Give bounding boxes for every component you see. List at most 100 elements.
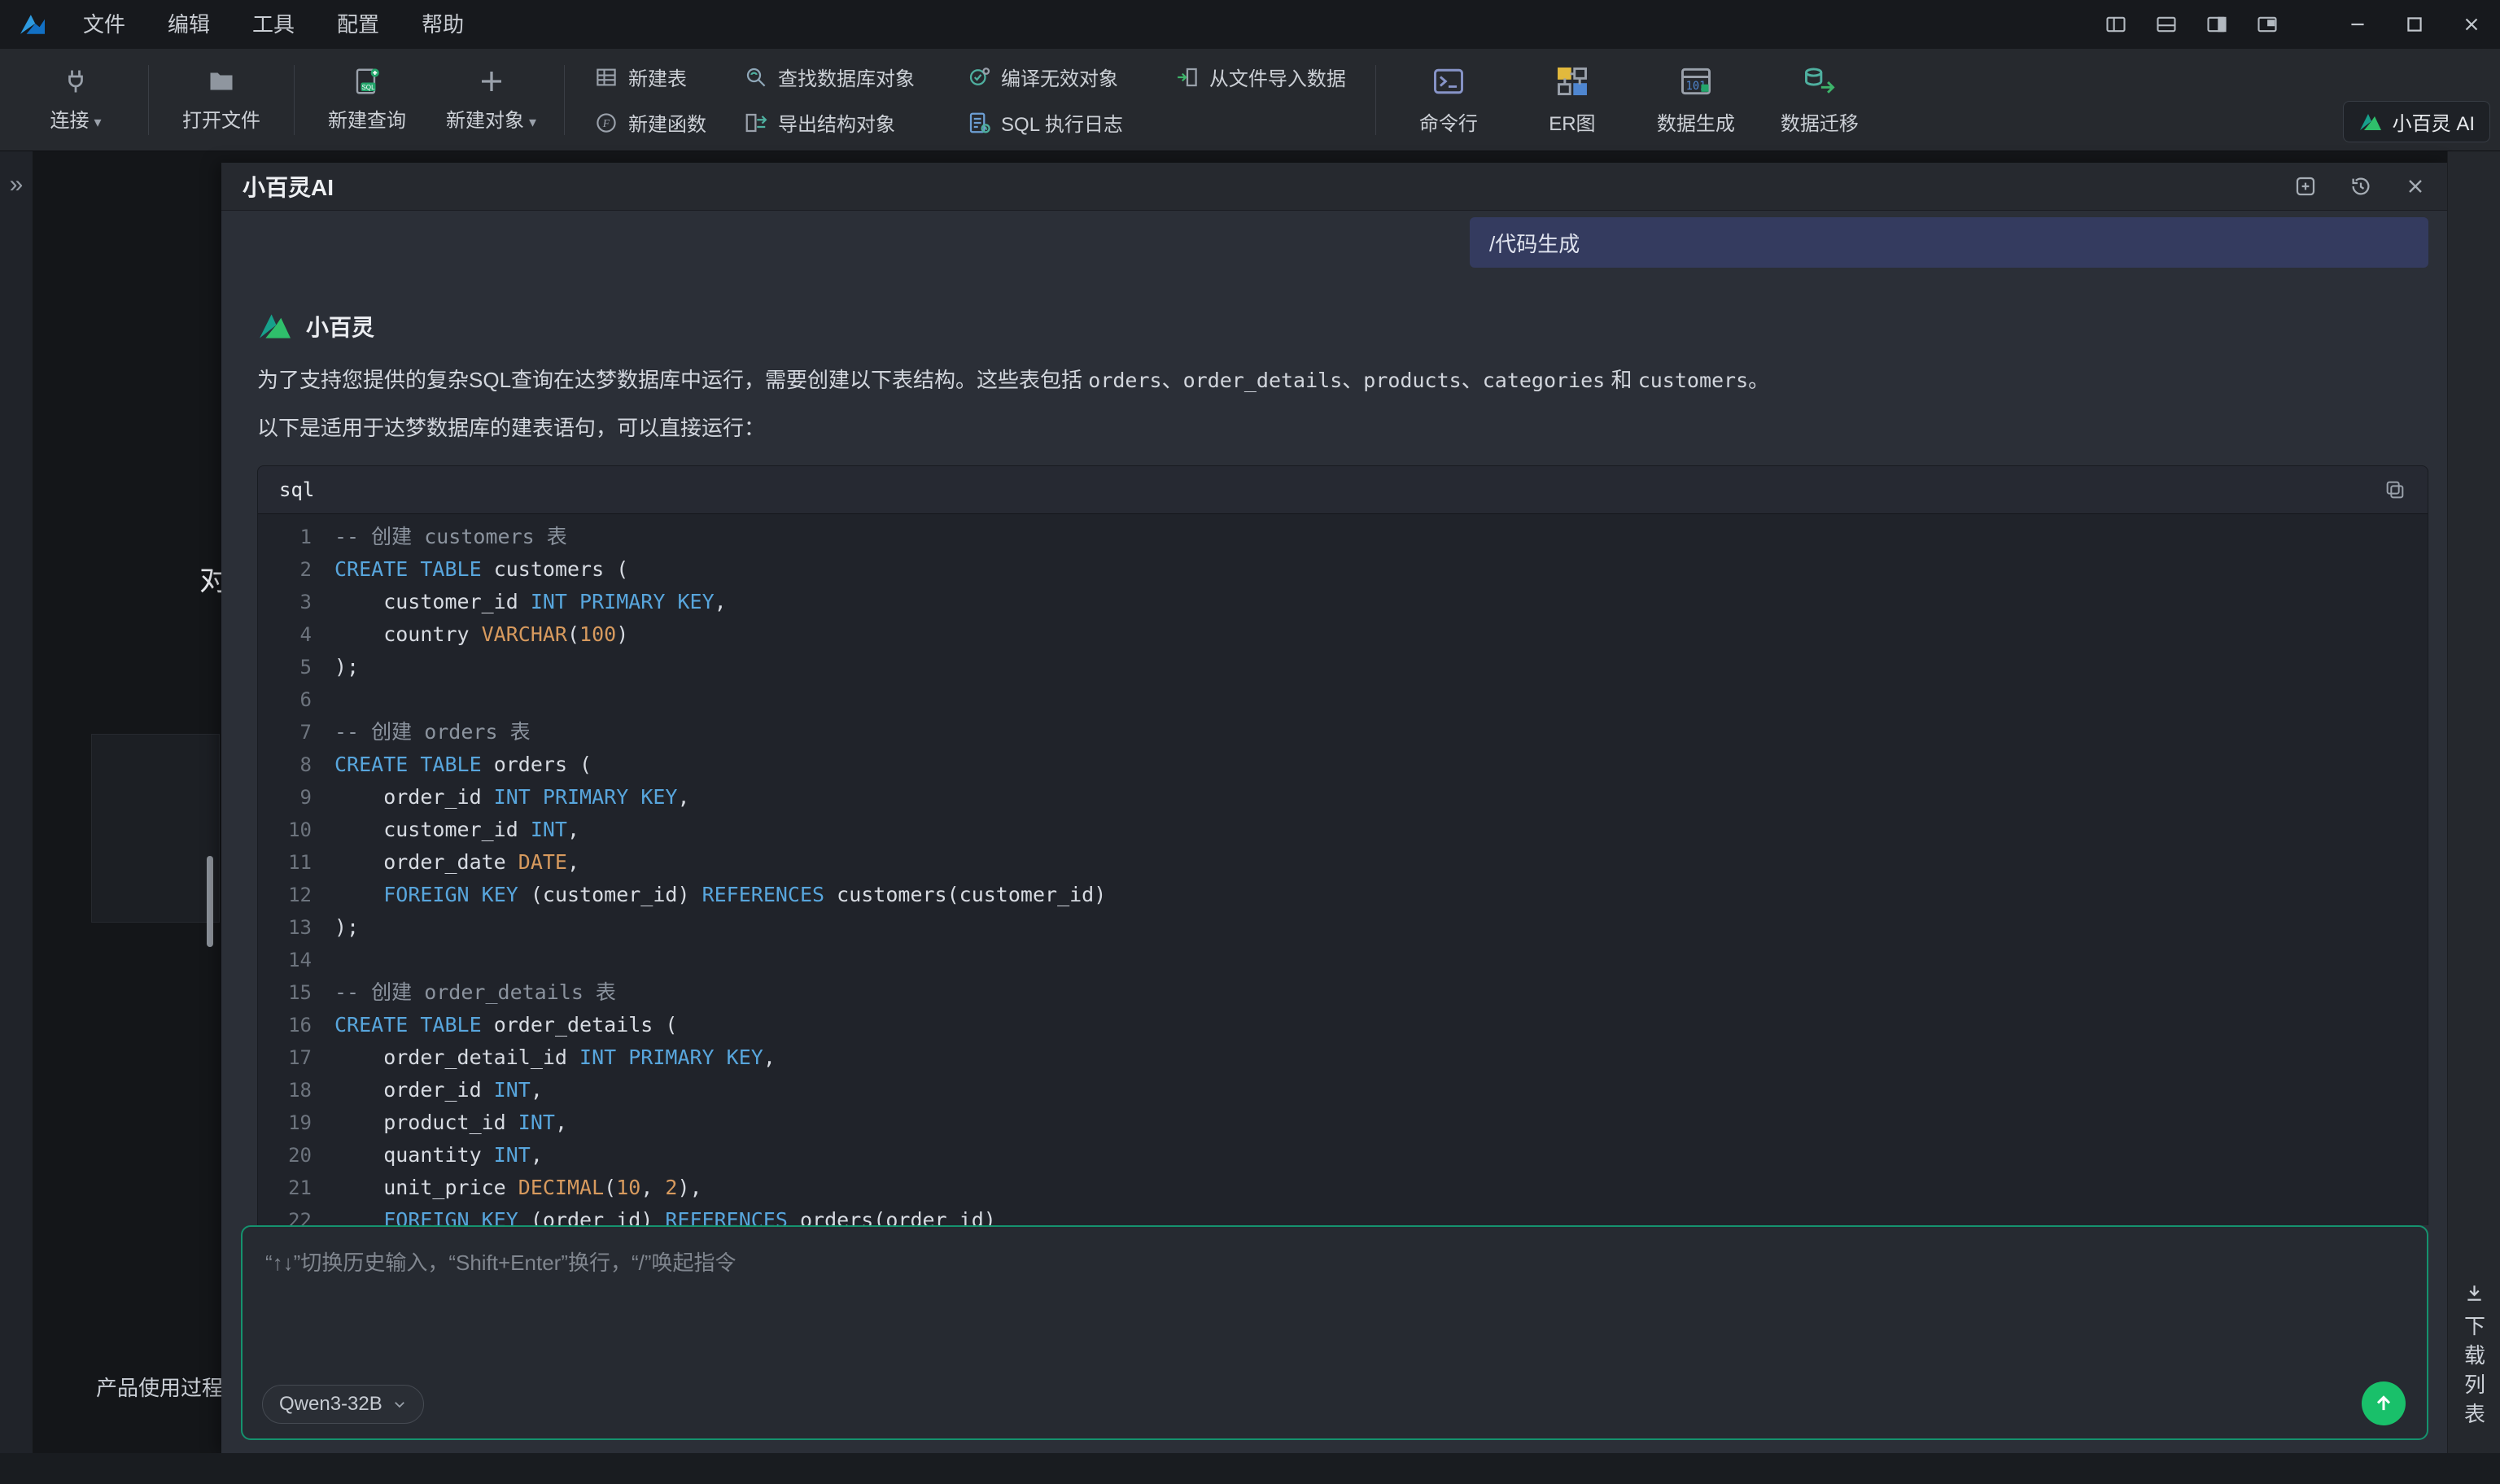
open-file-label: 打开文件	[182, 104, 260, 133]
menu-item-2[interactable]: 工具	[231, 0, 316, 49]
chat-input-placeholder: “↑↓”切换历史输入，“Shift+Enter”换行，“/”唤起指令	[265, 1246, 736, 1277]
import-data-button[interactable]: 从文件导入数据	[1167, 55, 1354, 99]
code-line: 19 product_id INT,	[258, 1106, 2428, 1139]
code-line: 15-- 创建 order_details 表	[258, 976, 2428, 1009]
close-panel-icon[interactable]	[2404, 175, 2427, 198]
inline-code: categories	[1483, 369, 1606, 392]
code-line: 20 quantity INT,	[258, 1139, 2428, 1172]
line-number: 8	[258, 749, 334, 781]
data-generate-button[interactable]: 101 数据生成	[1645, 63, 1747, 136]
sql-log-button[interactable]: SQL 执行日志	[959, 101, 1131, 145]
er-diagram-icon	[1554, 63, 1590, 99]
code-line: 17 order_detail_id INT PRIMARY KEY,	[258, 1041, 2428, 1074]
chat-area: /代码生成 小百灵 为了支持您提供的复杂SQL查询在达梦数据库中运行，需要创建以…	[221, 211, 2448, 1225]
find-db-object-button[interactable]: 查找数据库对象	[736, 55, 923, 99]
user-message-bubble: /代码生成	[1470, 217, 2428, 268]
menu-item-0[interactable]: 文件	[62, 0, 146, 49]
copy-code-icon[interactable]	[2384, 478, 2406, 501]
code-line: 11 order_date DATE,	[258, 846, 2428, 879]
import-file-icon	[1175, 65, 1200, 89]
ai-assistant-panel: 小百灵AI /代码生成 小百灵 为了支持您提供的复杂SQL查询在达梦数据库中运行…	[221, 163, 2448, 1453]
code-line: 16CREATE TABLE order_details (	[258, 1009, 2428, 1041]
chevron-down-icon: ▾	[94, 114, 101, 130]
er-diagram-label: ER图	[1549, 107, 1595, 136]
data-migrate-button[interactable]: 数据迁移	[1768, 63, 1871, 136]
new-function-button[interactable]: F 新建函数	[586, 101, 715, 145]
cmdline-button[interactable]: 命令行	[1397, 63, 1500, 136]
line-number: 2	[258, 553, 334, 586]
download-list-tab[interactable]: 下载列表	[2459, 1282, 2489, 1432]
arrow-up-icon	[2372, 1392, 2395, 1415]
code-line: 14	[258, 944, 2428, 976]
model-selector[interactable]: Qwen3-32B	[262, 1385, 424, 1424]
table-grid-icon	[594, 65, 618, 89]
layout-left-panel-icon[interactable]	[2104, 13, 2127, 36]
export-struct-button[interactable]: 导出结构对象	[736, 101, 923, 145]
data-generate-icon: 101	[1678, 63, 1714, 99]
maximize-button[interactable]	[2404, 14, 2425, 35]
code-line: 8CREATE TABLE orders (	[258, 749, 2428, 781]
code-line: 9 order_id INT PRIMARY KEY,	[258, 781, 2428, 814]
new-query-button[interactable]: SQL 新建查询	[316, 67, 418, 133]
menu-item-1[interactable]: 编辑	[146, 0, 231, 49]
sql-log-label: SQL 执行日志	[1001, 108, 1123, 137]
layout-toggle-icons	[2104, 13, 2279, 36]
inline-code: order_details	[1183, 369, 1343, 392]
assistant-avatar	[257, 311, 293, 342]
line-number: 3	[258, 586, 334, 618]
new-chat-icon[interactable]	[2293, 174, 2318, 199]
compile-invalid-label: 编译无效对象	[1001, 63, 1118, 91]
line-number: 17	[258, 1041, 334, 1074]
layout-restore-icon[interactable]	[2256, 13, 2279, 36]
expand-sidebar-icon[interactable]: »	[5, 171, 28, 199]
assistant-name: 小百灵	[306, 310, 374, 343]
obscured-text: 对	[199, 556, 221, 599]
layout-bottom-panel-icon[interactable]	[2155, 13, 2178, 36]
line-number: 21	[258, 1172, 334, 1204]
new-table-button[interactable]: 新建表	[586, 55, 715, 99]
line-number: 22	[258, 1204, 334, 1225]
send-button[interactable]	[2362, 1381, 2406, 1425]
chat-input-box[interactable]: “↑↓”切换历史输入，“Shift+Enter”换行，“/”唤起指令 Qwen3…	[241, 1225, 2428, 1440]
compile-gear-icon	[967, 65, 991, 89]
ai-assistant-badge[interactable]: 小百灵 AI	[2343, 101, 2490, 142]
menu-item-3[interactable]: 配置	[316, 0, 400, 49]
minimize-button[interactable]	[2347, 14, 2368, 35]
model-name: Qwen3-32B	[279, 1393, 382, 1416]
connect-button[interactable]: 连接 ▾	[24, 67, 127, 133]
layout-right-panel-icon[interactable]	[2205, 13, 2228, 36]
new-query-label: 新建查询	[328, 104, 406, 133]
window-controls	[2104, 0, 2500, 49]
compile-invalid-button[interactable]: 编译无效对象	[959, 55, 1131, 99]
new-object-button[interactable]: 新建对象▾	[439, 67, 543, 133]
code-line: 7-- 创建 orders 表	[258, 716, 2428, 749]
er-diagram-button[interactable]: ER图	[1521, 63, 1624, 136]
menu-item-4[interactable]: 帮助	[400, 0, 485, 49]
code-line: 5);	[258, 651, 2428, 683]
code-line: 13);	[258, 911, 2428, 944]
history-icon[interactable]	[2349, 174, 2373, 199]
plus-icon	[477, 67, 506, 96]
line-number: 1	[258, 521, 334, 553]
code-line: 4 country VARCHAR(100)	[258, 618, 2428, 651]
close-window-button[interactable]	[2461, 14, 2482, 35]
obscured-panel	[91, 734, 220, 923]
assistant-paragraph-1: 为了支持您提供的复杂SQL查询在达梦数据库中运行，需要创建以下表结构。这些表包括…	[257, 365, 2428, 395]
code-line: 2CREATE TABLE customers (	[258, 553, 2428, 586]
toolbar-divider	[1375, 65, 1376, 135]
line-number: 15	[258, 976, 334, 1009]
line-number: 11	[258, 846, 334, 879]
ai-panel-header: 小百灵AI	[221, 163, 2448, 211]
connect-label: 连接	[50, 110, 89, 132]
connect-icon	[61, 67, 90, 96]
code-line: 12 FOREIGN KEY (customer_id) REFERENCES …	[258, 879, 2428, 911]
code-line: 18 order_id INT,	[258, 1074, 2428, 1106]
code-body: 1-- 创建 customers 表2CREATE TABLE customer…	[258, 514, 2428, 1225]
chevron-down-icon	[392, 1397, 407, 1412]
scrollbar-thumb[interactable]	[207, 856, 213, 947]
new-table-label: 新建表	[628, 63, 687, 91]
menu-bar: 文件编辑工具配置帮助	[0, 0, 2500, 49]
open-file-button[interactable]: 打开文件	[170, 67, 273, 133]
toolbar-divider	[564, 65, 565, 135]
obscured-footer-text: 产品使用过程	[96, 1372, 221, 1402]
